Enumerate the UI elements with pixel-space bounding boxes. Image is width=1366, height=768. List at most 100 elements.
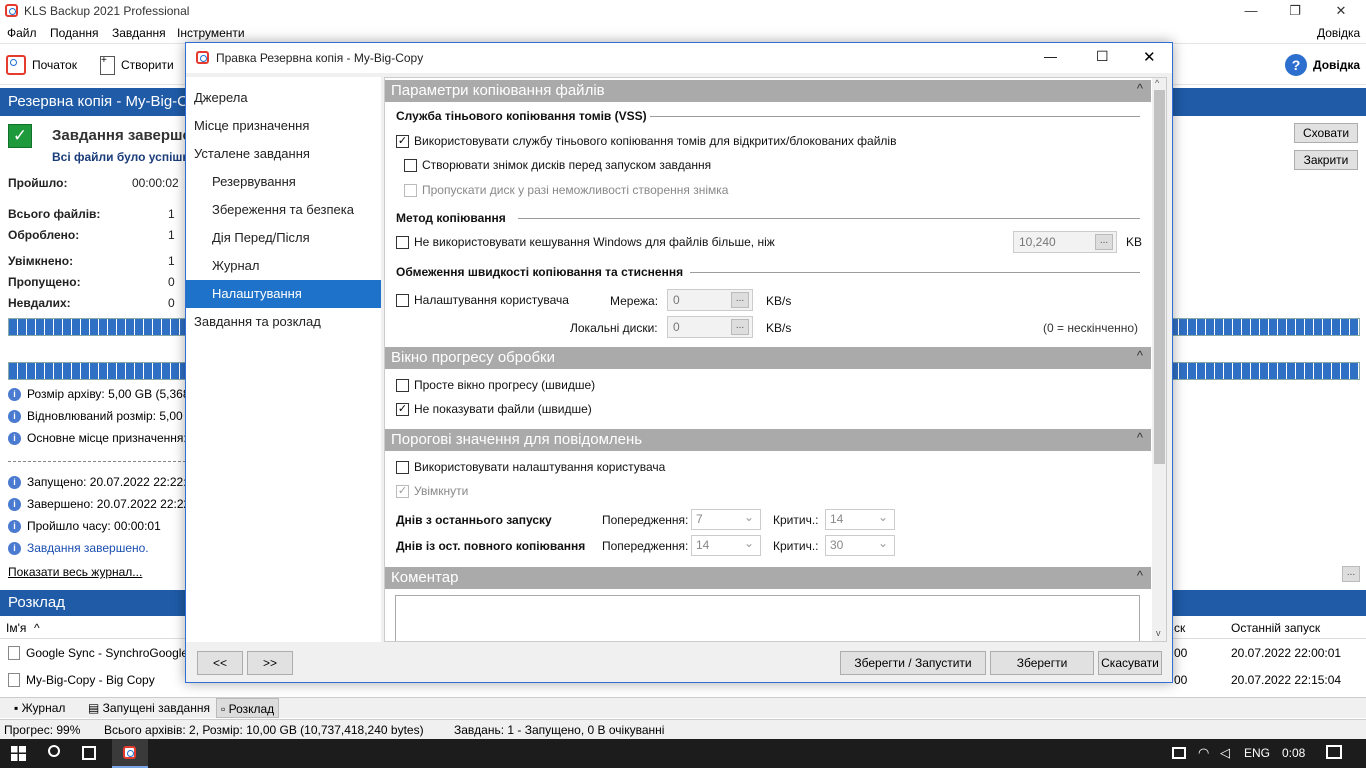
close-button[interactable]: ✕ [1318, 0, 1364, 22]
cache-size-input[interactable]: 10,240... [1013, 231, 1117, 253]
scroll-down-icon[interactable]: v [1156, 628, 1161, 638]
tab-schedule[interactable]: ▫ Розклад [216, 698, 280, 718]
collapse-icon: ^ [1136, 568, 1143, 583]
use-user-settings-checkbox[interactable]: Використовувати налаштування користувача [396, 460, 665, 474]
nav-backup[interactable]: Резервування [186, 168, 381, 196]
field-value: 10,240 [1019, 235, 1056, 249]
kls-app-icon [123, 746, 136, 759]
info-icon: i [8, 541, 21, 555]
tab-running[interactable]: ▤ Запущені завдання [88, 701, 210, 715]
info-icon: i [8, 497, 21, 511]
cache-size-picker-button[interactable]: ... [1095, 234, 1113, 250]
kls-taskbar-button[interactable] [112, 739, 148, 768]
dialog-maximize-button[interactable]: ☐ [1096, 48, 1109, 65]
nav-storage-security[interactable]: Збереження та безпека [186, 196, 381, 224]
app-logo-icon [5, 4, 18, 17]
simple-progress-checkbox[interactable]: Просте вікно прогресу (швидше) [396, 378, 595, 392]
nav-sources[interactable]: Джерела [186, 84, 381, 112]
vss-use-checkbox[interactable]: ✓ Використовувати службу тіньового копіюв… [396, 134, 896, 148]
hide-files-checkbox[interactable]: ✓ Не показувати файли (швидше) [396, 402, 592, 416]
clock[interactable]: 0:08 [1282, 746, 1305, 760]
start-button[interactable]: Початок [6, 52, 77, 78]
create-button[interactable]: + Створити [100, 52, 174, 78]
thresholds-section-header[interactable]: Порогові значення для повідомлень ^ [385, 429, 1151, 451]
volume-icon[interactable]: ◁ [1220, 745, 1230, 761]
hide-button[interactable]: Сховати [1294, 123, 1358, 143]
warning-days-select[interactable]: 7 [691, 509, 761, 530]
menu-tools[interactable]: Інструменти [177, 26, 245, 40]
save-run-button[interactable]: Зберегти / Запустити [840, 651, 986, 675]
log-more-button[interactable]: ... [1342, 566, 1360, 582]
next-button[interactable]: >> [247, 651, 293, 675]
row-last: 20.07.2022 22:15:04 [1231, 673, 1342, 687]
info-started: i Запущено: 20.07.2022 22:22:37 [8, 475, 200, 489]
comment-textarea[interactable] [395, 595, 1140, 641]
windows-start-icon[interactable] [11, 746, 26, 761]
checkbox-label: Не показувати файли (швидше) [414, 402, 592, 416]
info-main-dest: i Основне місце призначення: [8, 431, 187, 445]
nav-tasks-schedule[interactable]: Завдання та розклад [186, 308, 381, 336]
local-speed-picker-button[interactable]: ... [731, 319, 749, 335]
nav-destination[interactable]: Місце призначення [186, 112, 381, 140]
row-next: 00 [1174, 646, 1188, 660]
user-settings-checkbox[interactable]: Налаштування користувача [396, 293, 569, 307]
checkbox-label: Використовувати налаштування користувача [414, 460, 666, 474]
cancel-button[interactable]: Скасувати [1098, 651, 1162, 675]
info-text: Основне місце призначення: [27, 431, 187, 445]
no-cache-checkbox[interactable]: Не використовувати кешування Windows для… [396, 235, 775, 249]
enabled-label: Увімкнено: [8, 254, 74, 268]
nav-pre-post-action[interactable]: Дія Перед/Після [186, 224, 381, 252]
notifications-icon[interactable] [1326, 745, 1342, 759]
critical-days-select[interactable]: 14 [825, 509, 895, 530]
skipped-label: Пропущено: [8, 275, 81, 289]
warning-full-days-select[interactable]: 14 [691, 535, 761, 556]
info-done: i Завдання завершено. [8, 541, 149, 555]
comment-section-header[interactable]: Коментар ^ [385, 567, 1151, 589]
save-button[interactable]: Зберегти [990, 651, 1094, 675]
help-button[interactable]: ? Довідка [1285, 52, 1360, 78]
divider [650, 116, 1140, 117]
local-disks-speed-input[interactable]: 0... [667, 316, 753, 338]
tab-journal[interactable]: ▪ Журнал [14, 701, 65, 715]
minimize-button[interactable]: — [1228, 0, 1274, 22]
vss-skip-checkbox[interactable]: Пропускати диск у разі неможливості ство… [404, 183, 728, 197]
scroll-up-icon[interactable]: ^ [1155, 78, 1159, 88]
help-label: Довідка [1313, 58, 1361, 72]
nav-default-task[interactable]: Усталене завдання [186, 140, 381, 168]
copy-params-section-header[interactable]: Параметри копіювання файлів ^ [385, 80, 1151, 102]
processed-label: Оброблено: [8, 228, 80, 242]
col-next[interactable]: ск [1174, 621, 1185, 635]
battery-icon[interactable] [1172, 747, 1186, 759]
show-log-link[interactable]: Показати весь журнал... [8, 565, 142, 579]
menu-file[interactable]: Файл [7, 26, 37, 40]
restore-button[interactable]: ❐ [1272, 0, 1318, 22]
search-icon[interactable] [48, 745, 60, 757]
enable-checkbox[interactable]: ✓ Увімкнути [396, 484, 468, 498]
task-view-icon[interactable] [82, 746, 96, 760]
content-scrollbar[interactable]: ^ v [1152, 78, 1166, 641]
days-since-last-label: Днів з останнього запуску [396, 513, 552, 527]
status-archives: Всього архівів: 2, Розмір: 10,00 GB (10,… [104, 723, 424, 737]
col-name[interactable]: Ім'я [6, 621, 26, 635]
nav-log[interactable]: Журнал [186, 252, 381, 280]
critical-full-days-select[interactable]: 30 [825, 535, 895, 556]
menu-view[interactable]: Подання [50, 26, 98, 40]
dialog-close-button[interactable]: ✕ [1143, 48, 1156, 66]
menu-tasks[interactable]: Завдання [112, 26, 166, 40]
checkbox-unchecked [396, 378, 409, 392]
vss-snapshot-checkbox[interactable]: Створювати знімок дисків перед запуском … [404, 158, 711, 172]
scroll-thumb[interactable] [1154, 90, 1165, 464]
wifi-icon[interactable]: ◠ [1198, 745, 1209, 761]
col-last-run[interactable]: Останній запуск [1231, 621, 1320, 635]
progress-window-section-header[interactable]: Вікно прогресу обробки ^ [385, 347, 1151, 369]
close-panel-button[interactable]: Закрити [1294, 150, 1358, 170]
dialog-minimize-button[interactable]: — [1044, 49, 1057, 64]
divider [8, 461, 186, 462]
tab-label: Журнал [21, 701, 66, 715]
language-indicator[interactable]: ENG [1244, 746, 1270, 760]
network-speed-picker-button[interactable]: ... [731, 292, 749, 308]
network-speed-input[interactable]: 0... [667, 289, 753, 311]
previous-button[interactable]: << [197, 651, 243, 675]
nav-settings[interactable]: Налаштування [186, 280, 381, 308]
menu-help[interactable]: Довідка [1317, 26, 1360, 40]
